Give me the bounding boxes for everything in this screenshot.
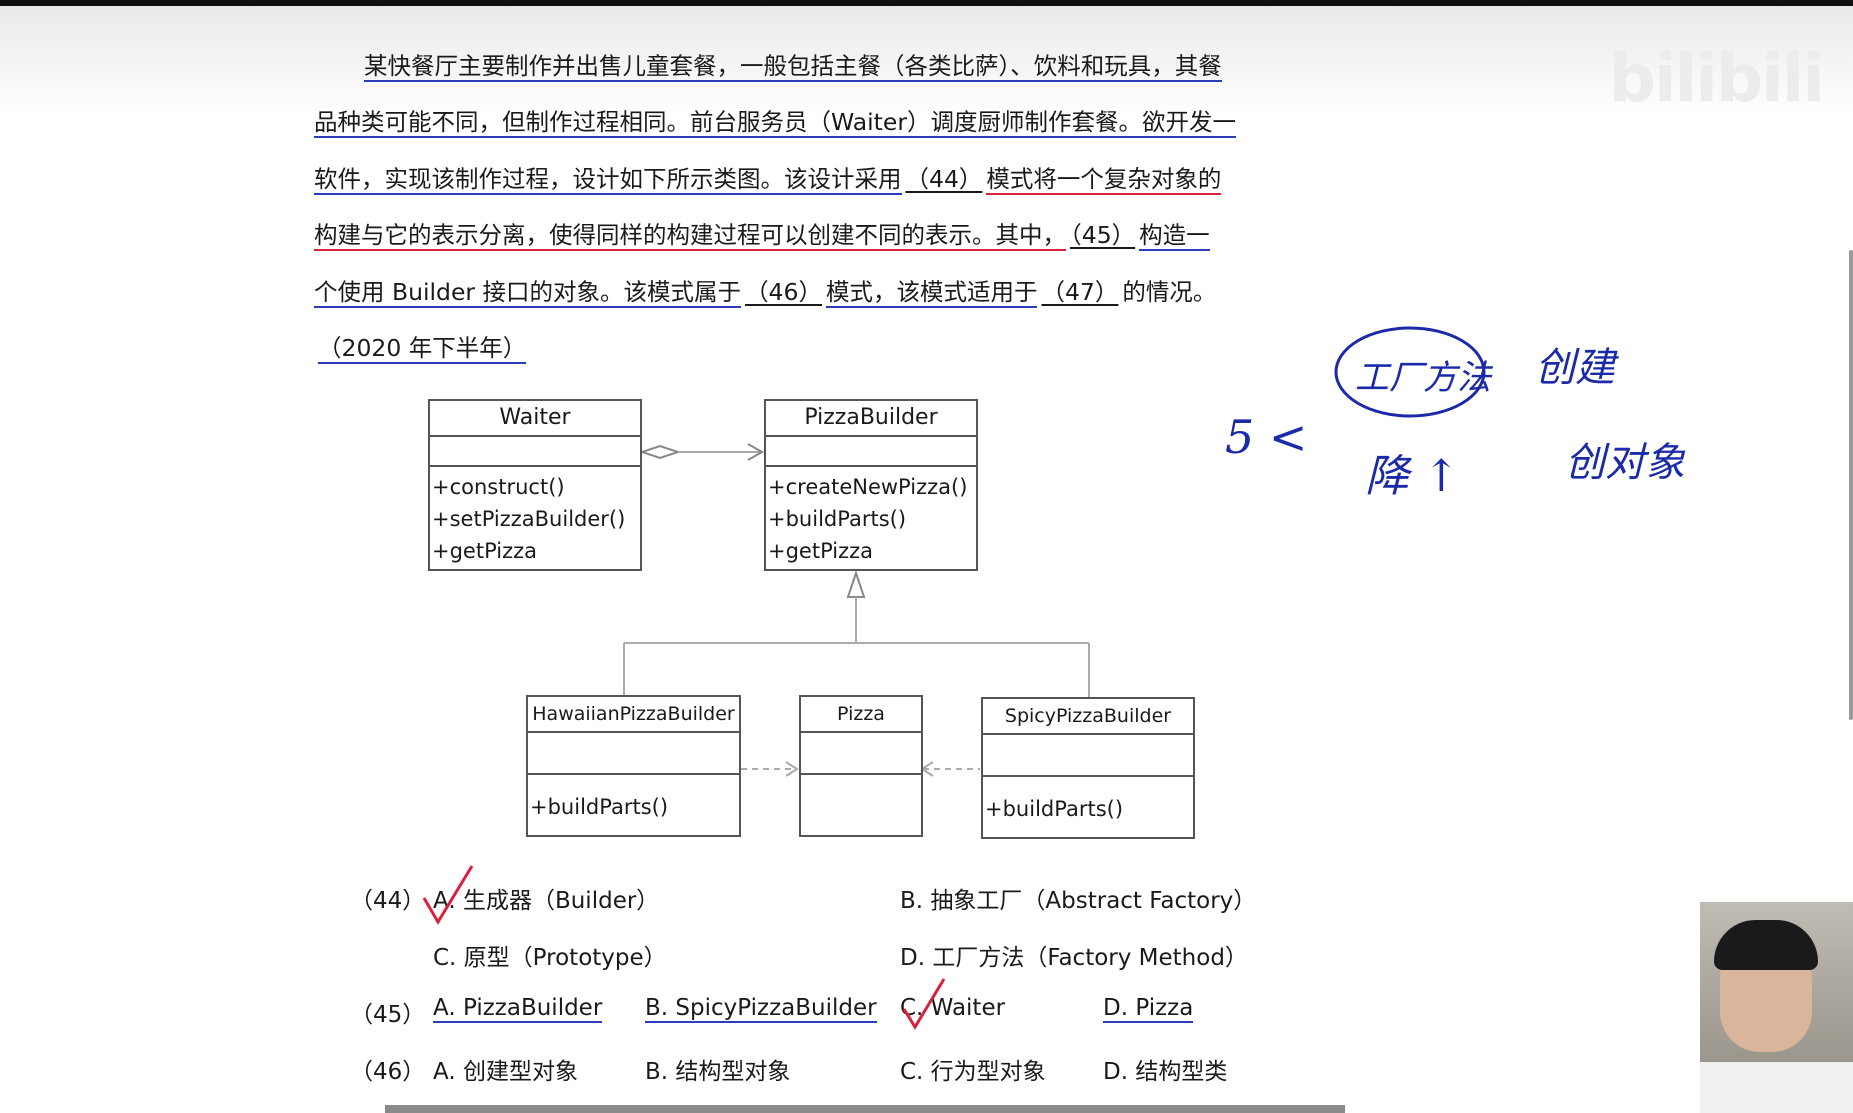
uml-ops: +buildParts() <box>530 795 669 819</box>
note-circled: 工厂方法 <box>1355 358 1491 398</box>
option-46-c: C. 行为型对象 <box>900 1059 1046 1085</box>
option-46-a: A. 创建型对象 <box>433 1059 578 1085</box>
uml-ops: +createNewPizza() +buildParts() +getPizz… <box>768 475 968 563</box>
note-create-object: 创对象 <box>1565 440 1685 486</box>
option-46-b: B. 结构型对象 <box>645 1059 791 1085</box>
uml-class-waiter: Waiter +construct() +setPizzaBuilder() +… <box>428 399 642 571</box>
option-45-a: A. PizzaBuilder <box>433 995 603 1023</box>
aggregation-diamond <box>638 444 682 460</box>
uml-class-spicy-pizza-builder: SpicyPizzaBuilder +buildParts() <box>981 697 1195 839</box>
horizontal-scrollbar[interactable] <box>385 1105 1345 1113</box>
option-46-d: D. 结构型类 <box>1103 1059 1228 1085</box>
option-45-b: B. SpicyPizzaBuilder <box>645 995 877 1023</box>
option-45-d: D. Pizza <box>1103 995 1194 1023</box>
note-down: 降 ↑ <box>1365 451 1460 502</box>
note-create: 创建 <box>1535 345 1615 391</box>
uml-ops: +buildParts() <box>985 797 1124 821</box>
option-44-d: D. 工厂方法（Factory Method） <box>900 945 1248 971</box>
note-five: 5 < <box>1225 410 1308 464</box>
uml-ops: +construct() +setPizzaBuilder() +getPizz… <box>432 475 626 563</box>
uml-class-pizza: Pizza <box>799 695 923 837</box>
uml-class-hawaiian-pizza-builder: HawaiianPizzaBuilder +buildParts() <box>526 695 741 837</box>
option-44-b: B. 抽象工厂（Abstract Factory） <box>900 888 1257 914</box>
uml-class-pizza-builder: PizzaBuilder +createNewPizza() +buildPar… <box>764 399 978 571</box>
option-44-c: C. 原型（Prototype） <box>433 945 667 971</box>
check-icon <box>422 865 474 925</box>
webcam-overlay <box>1700 902 1853 1113</box>
vertical-scrollbar[interactable] <box>1849 250 1853 720</box>
inheritance-triangle <box>846 569 866 598</box>
check-icon <box>902 978 946 1030</box>
